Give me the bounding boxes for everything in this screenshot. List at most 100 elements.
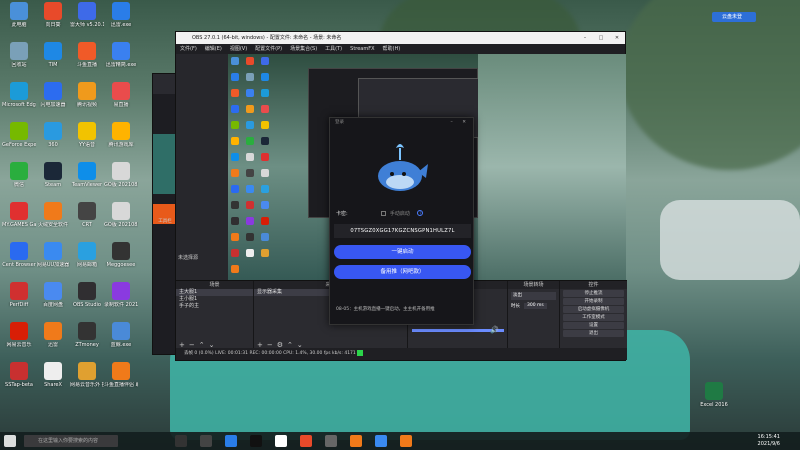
desktop-icon[interactable]: Meggoesee xyxy=(104,242,138,268)
desktop-icon[interactable]: 腾讯游戏库 xyxy=(104,122,138,148)
desktop-icon[interactable]: 迅雷 xyxy=(36,322,70,348)
desktop-icon[interactable]: 斗鱼直播伴侣 助手 xyxy=(104,362,138,388)
one-click-start-button[interactable]: 一键启动 xyxy=(334,245,471,259)
desktop-icon[interactable]: PerfDiff xyxy=(2,282,36,308)
desktop-icon[interactable]: ZTmoney xyxy=(70,322,104,348)
desktop-icon[interactable]: 网易邮箱 xyxy=(70,242,104,268)
auto-start-checkbox[interactable] xyxy=(381,211,387,216)
obs-titlebar[interactable]: OBS 27.0.1 (64-bit, windows) - 配置文件: 未命名… xyxy=(176,32,625,44)
desktop-icon[interactable]: 蓝鲸.exe xyxy=(104,322,138,348)
excel-icon[interactable]: Excel 2016 xyxy=(697,382,731,408)
desktop-icon[interactable]: GO版 2021083... xyxy=(104,202,138,228)
desktop-icon[interactable]: 微信 xyxy=(2,162,36,188)
desktop-icon[interactable]: Cent Browser xyxy=(2,242,36,268)
desktop-icon[interactable]: 录制软件 2021... xyxy=(104,282,138,308)
taskbar-app-icon[interactable] xyxy=(225,435,237,447)
key-input[interactable]: 07TSGZ0XGG17KGZCNSGPN1HULZ7L xyxy=(334,224,471,238)
menu-item[interactable]: StreamFX xyxy=(350,44,374,54)
exit-button[interactable]: 退出 xyxy=(563,330,624,337)
desktop-icon[interactable]: Steam xyxy=(36,162,70,188)
scene-item[interactable]: 主大服1 xyxy=(176,289,253,296)
search-input[interactable]: 在这里输入你要搜索的内容 xyxy=(24,435,118,447)
dialog-note: 08-05：主机游戏直播一键启动，主主机开备用推 xyxy=(336,307,435,312)
transition-select[interactable]: 淡出 xyxy=(511,292,556,300)
desktop-icon[interactable]: 百度网盘 xyxy=(36,282,70,308)
desktop-icon[interactable]: GeForce Experience xyxy=(2,122,36,148)
dialog-titlebar: 登录 – ✕ xyxy=(330,118,473,127)
app-icon xyxy=(10,42,28,60)
start-icon[interactable] xyxy=(4,435,16,447)
desktop-icon[interactable]: YY语音 xyxy=(70,122,104,148)
app-icon xyxy=(112,322,130,340)
minimize-icon[interactable]: – xyxy=(577,32,593,44)
speaker-icon[interactable]: 🔊 xyxy=(490,326,499,334)
desktop-icon[interactable]: 腾讯视频 xyxy=(70,82,104,108)
desktop-icon[interactable]: Microsoft Edge xyxy=(2,82,36,108)
maximize-icon[interactable]: □ xyxy=(593,32,609,44)
taskbar-app-icon[interactable] xyxy=(300,435,312,447)
desktop-icon[interactable]: 易直播 xyxy=(104,82,138,108)
cloud-badge[interactable]: 云盘未登 xyxy=(712,12,756,22)
taskbar-app-icon[interactable] xyxy=(350,435,362,447)
menu-item[interactable]: 编辑(E) xyxy=(205,44,222,54)
desktop-icon[interactable]: 网易云音乐 xyxy=(2,322,36,348)
desktop-icon[interactable]: ShareX xyxy=(36,362,70,388)
desktop-icon[interactable]: 向日葵 xyxy=(36,2,70,28)
stop-stream-button[interactable]: 停止推流 xyxy=(563,290,624,297)
virtual-camera-button[interactable]: 启动虚拟摄像机 xyxy=(563,306,624,313)
desktop-icon[interactable]: TeamViewer xyxy=(70,162,104,188)
menu-item[interactable]: 场景集合(S) xyxy=(290,44,317,54)
login-dialog[interactable]: 登录 – ✕ 卡密: 手动启动 ? 07TSGZ0XGG17KGZCNSGPN1… xyxy=(329,117,474,325)
taskbar-app-icon[interactable] xyxy=(400,435,412,447)
studio-mode-button[interactable]: 工作室模式 xyxy=(563,314,624,321)
settings-button[interactable]: 设置 xyxy=(563,322,624,329)
desktop-icon[interactable]: 360 xyxy=(36,122,70,148)
desktop-icon[interactable]: 闪电加速器 xyxy=(36,82,70,108)
desktop-icon[interactable]: TIM xyxy=(36,42,70,68)
app-icon xyxy=(10,282,28,300)
preview-mini-icon xyxy=(261,89,269,97)
desktop-icon-label: 斗鱼直播 xyxy=(76,62,97,68)
duration-input[interactable]: 300 ms xyxy=(524,303,547,309)
close-icon[interactable]: ✕ xyxy=(462,120,470,125)
desktop-icon[interactable]: CRT xyxy=(70,202,104,228)
desktop-icon-label: MY.GAMES GameCenter xyxy=(2,222,36,228)
desktop-icon[interactable]: SSTap-beta xyxy=(2,362,36,388)
menu-item[interactable]: 帮助(H) xyxy=(383,44,401,54)
taskbar-app-icon[interactable] xyxy=(250,435,262,447)
minimize-icon[interactable]: – xyxy=(451,120,457,125)
app-icon xyxy=(112,202,130,220)
desktop-icon[interactable]: 网易UU加速器 xyxy=(36,242,70,268)
desktop-icon[interactable]: 迅雷.exe xyxy=(104,2,138,28)
menu-item[interactable]: 工具(T) xyxy=(325,44,342,54)
desktop-icon[interactable]: OBS Studio xyxy=(70,282,104,308)
backup-push-button[interactable]: 备用推（网吧款） xyxy=(334,265,471,279)
background-window: 工具栏 xyxy=(152,73,177,355)
taskbar-app-icon[interactable] xyxy=(375,435,387,447)
close-icon[interactable]: ✕ xyxy=(609,32,625,44)
desktop-icon[interactable]: 斗鱼直播 xyxy=(70,42,104,68)
desktop-icon-label: Steam xyxy=(44,182,62,188)
menu-item[interactable]: 配置文件(P) xyxy=(255,44,282,54)
help-icon[interactable]: ? xyxy=(417,210,424,216)
desktop-icon[interactable]: 网易云音乐外 挂工具 xyxy=(70,362,104,388)
start-recording-button[interactable]: 开始录制 xyxy=(563,298,624,305)
menu-item[interactable]: 视图(V) xyxy=(230,44,247,54)
desktop-icon[interactable]: 回收站 xyxy=(2,42,36,68)
taskbar-app-icon[interactable] xyxy=(325,435,337,447)
desktop-icon[interactable]: 迅雷精简.exe xyxy=(104,42,138,68)
menu-item[interactable]: 文件(F) xyxy=(180,44,197,54)
taskbar-app-icon[interactable] xyxy=(275,435,287,447)
scene-item[interactable]: 手子的主 xyxy=(176,303,253,310)
desktop-icon[interactable]: 此电脑 xyxy=(2,2,36,28)
taskbar-app-icon[interactable] xyxy=(200,435,212,447)
scene-item[interactable]: 主小服1 xyxy=(176,296,253,303)
desktop-icon[interactable]: GO版 2021083... xyxy=(104,162,138,188)
system-clock[interactable]: 16:15:41 2021/9/6 xyxy=(758,434,780,448)
desktop-icon[interactable]: 火绒安全软件 xyxy=(36,202,70,228)
background-car-right xyxy=(660,200,800,280)
desktop-icon[interactable]: 雷大师 v5.20.121... xyxy=(70,2,104,28)
taskbar-app-icon[interactable] xyxy=(175,435,187,447)
desktop-icon[interactable]: MY.GAMES GameCenter xyxy=(2,202,36,228)
app-icon xyxy=(44,2,62,20)
